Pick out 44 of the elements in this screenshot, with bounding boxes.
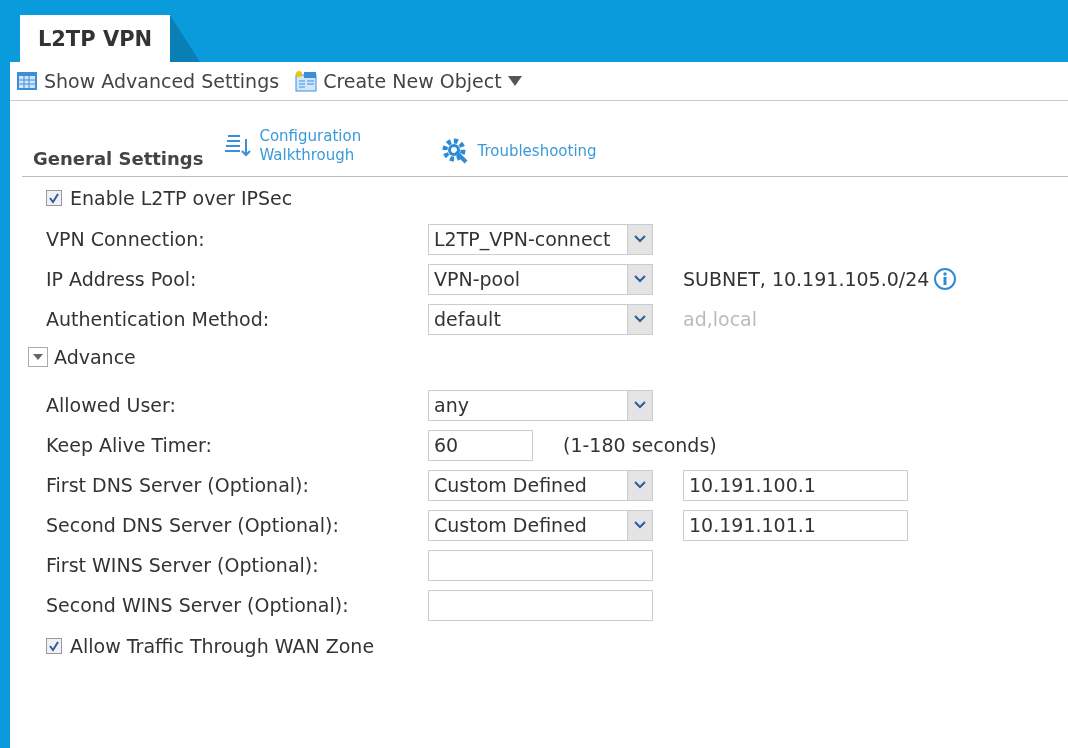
- input-field[interactable]: [428, 549, 653, 581]
- field-label: Second WINS Server (Optional):: [46, 594, 350, 616]
- dropdown[interactable]: default: [428, 303, 653, 335]
- caret-icon: [634, 275, 646, 283]
- table-icon: [16, 71, 38, 91]
- gear-icon: [441, 137, 470, 165]
- input-field[interactable]: 10.191.100.1: [683, 469, 908, 501]
- caret-icon: [634, 521, 646, 529]
- field-note: ad,local: [683, 308, 757, 330]
- field-note: SUBNET, 10.191.105.0/24: [683, 268, 930, 290]
- field-label: Allowed User:: [46, 394, 177, 416]
- field-label: IP Address Pool:: [46, 268, 198, 290]
- dropdown[interactable]: Custom Defined: [428, 509, 653, 541]
- checkbox-label: Allow Traffic Through WAN Zone: [70, 635, 375, 657]
- checkbox-label: Enable L2TP over IPSec: [70, 187, 293, 209]
- input-field[interactable]: 10.191.101.1: [683, 509, 908, 541]
- section-title: General Settings: [33, 148, 204, 169]
- field-label: Keep Alive Timer:: [46, 434, 213, 456]
- field-label: Second DNS Server (Optional):: [46, 514, 340, 536]
- checkbox[interactable]: [46, 190, 62, 206]
- list-arrow-icon: [225, 133, 252, 159]
- dropdown[interactable]: Custom Defined: [428, 469, 653, 501]
- checkbox[interactable]: [46, 638, 62, 654]
- input-field[interactable]: [428, 589, 653, 621]
- toolbar-button[interactable]: Show Advanced Settings: [16, 70, 280, 92]
- input-field[interactable]: 60: [428, 429, 533, 461]
- caret-icon: [634, 315, 646, 323]
- toolbar-button[interactable]: Create New Object: [295, 70, 522, 92]
- field-label: Authentication Method:: [46, 308, 271, 330]
- tab[interactable]: L2TP VPN: [20, 15, 170, 62]
- field-label: First WINS Server (Optional):: [46, 554, 320, 576]
- info-icon[interactable]: [933, 267, 958, 291]
- caret-icon: [634, 235, 646, 243]
- dropdown[interactable]: L2TP_VPN-connect: [428, 223, 653, 255]
- caret-icon: [634, 481, 646, 489]
- advance-toggle[interactable]: Advance: [10, 339, 1068, 375]
- tab-shadow: [170, 15, 200, 62]
- field-label: First DNS Server (Optional):: [46, 474, 310, 496]
- window-icon: [295, 70, 318, 92]
- dropdown[interactable]: any: [428, 389, 653, 421]
- field-note: (1-180 seconds): [563, 434, 717, 456]
- dropdown[interactable]: VPN-pool: [428, 263, 653, 295]
- caret-icon: [634, 401, 646, 409]
- field-label: VPN Connection:: [46, 228, 206, 250]
